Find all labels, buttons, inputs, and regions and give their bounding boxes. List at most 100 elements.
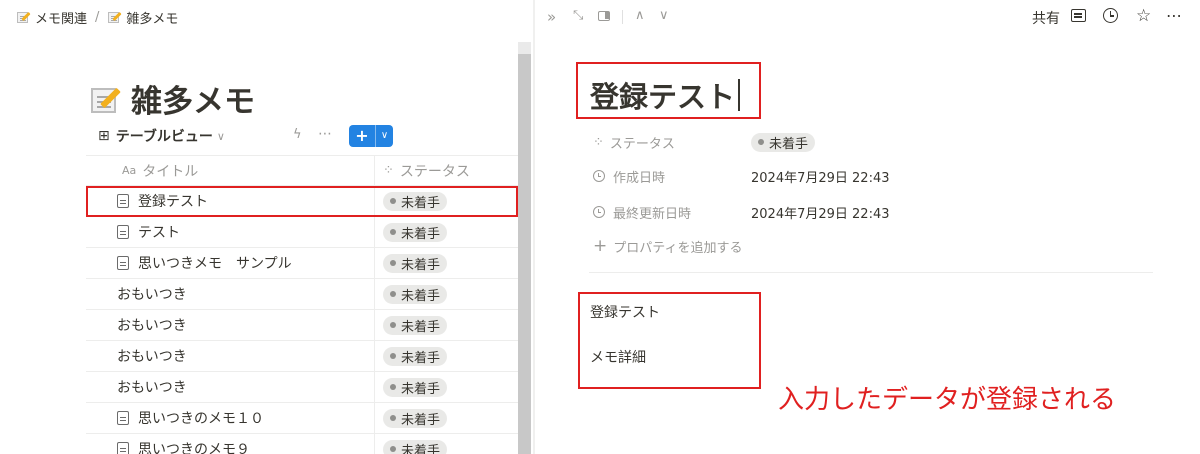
- table-row[interactable]: おもいつき 未着手: [86, 279, 518, 310]
- divider: [589, 272, 1153, 273]
- status-badge[interactable]: 未着手: [383, 346, 448, 366]
- row-status-cell[interactable]: 未着手: [375, 372, 518, 402]
- page-document-icon: [117, 411, 129, 425]
- plus-icon[interactable]: +: [349, 125, 375, 147]
- property-value: 2024年7月29日 22:43: [751, 206, 890, 222]
- plus-icon: +: [593, 236, 608, 256]
- toolbar-separator: [622, 10, 623, 24]
- chevron-down-icon[interactable]: ∨: [375, 125, 393, 147]
- highlight-box-body: [578, 292, 761, 389]
- property-last-edited-time[interactable]: 最終更新日時 2024年7月29日 22:43: [593, 197, 890, 227]
- row-title: 思いつきのメモ９: [138, 442, 250, 454]
- column-title-label: タイトル: [142, 163, 199, 180]
- updates-clock-icon[interactable]: [1103, 8, 1118, 23]
- row-title-cell[interactable]: おもいつき: [86, 279, 375, 309]
- share-button[interactable]: 共有: [1032, 8, 1060, 28]
- row-status-cell[interactable]: 未着手: [375, 217, 518, 247]
- row-status-cell[interactable]: 未着手: [375, 403, 518, 433]
- property-status[interactable]: ⁘ ステータス 未着手: [593, 127, 816, 157]
- row-title: おもいつき: [117, 349, 187, 365]
- breadcrumb-parent-label: メモ関連: [35, 11, 88, 27]
- status-badge[interactable]: 未着手: [383, 315, 448, 335]
- status-label: 未着手: [401, 257, 441, 273]
- table-row[interactable]: テスト 未着手: [86, 217, 518, 248]
- page-header: 雑多メモ: [89, 76, 255, 121]
- status-badge[interactable]: 未着手: [383, 377, 448, 397]
- chevron-down-icon[interactable]: ∨: [659, 8, 669, 23]
- property-name: 作成日時: [593, 167, 751, 186]
- breadcrumb-item-parent[interactable]: メモ関連: [16, 8, 87, 27]
- chevron-down-icon: ∨: [216, 129, 225, 143]
- row-status-cell[interactable]: 未着手: [375, 248, 518, 278]
- clock-icon: [593, 170, 605, 182]
- close-peek-icon[interactable]: »: [547, 8, 556, 26]
- status-dot: [390, 260, 396, 266]
- column-status-label: ステータス: [399, 163, 470, 180]
- page-document-icon: [117, 225, 129, 239]
- row-title-cell[interactable]: おもいつき: [86, 341, 375, 371]
- row-title-cell[interactable]: 思いつきメモ サンプル: [86, 248, 375, 278]
- column-header-title[interactable]: Aa タイトル: [86, 156, 375, 185]
- table-row[interactable]: 思いつきのメモ１０ 未着手: [86, 403, 518, 434]
- new-entry-button[interactable]: + ∨: [349, 125, 393, 147]
- row-title-cell[interactable]: テスト: [86, 217, 375, 247]
- breadcrumb-separator: /: [95, 9, 100, 25]
- side-peek-icon[interactable]: [598, 11, 610, 21]
- status-dot: [390, 446, 396, 452]
- status-label: 未着手: [401, 443, 441, 454]
- row-status-cell[interactable]: 未着手: [375, 310, 518, 340]
- status-badge[interactable]: 未着手: [383, 408, 448, 428]
- row-status-cell[interactable]: 未着手: [375, 279, 518, 309]
- row-title: テスト: [138, 225, 180, 241]
- status-dot: [390, 384, 396, 390]
- row-title: 思いつきメモ サンプル: [138, 256, 292, 272]
- row-title-cell[interactable]: 思いつきのメモ９: [86, 434, 375, 454]
- peek-toolbar: » ⤡ ∧ ∨ 共有 ☆ ⋯: [535, 0, 1200, 34]
- memo-icon: [16, 10, 31, 24]
- status-dot: [390, 353, 396, 359]
- row-title-cell[interactable]: おもいつき: [86, 310, 375, 340]
- automation-bolt-icon[interactable]: ϟ: [293, 127, 302, 142]
- breadcrumb: メモ関連 / 雑多メモ: [0, 0, 533, 34]
- table-grid-icon: ⊞: [98, 128, 110, 144]
- status-spinner-icon: ⁘: [383, 163, 394, 178]
- status-label: 未着手: [401, 381, 441, 397]
- highlight-box-title: [576, 62, 761, 119]
- table-row[interactable]: 思いつきメモ サンプル 未着手: [86, 248, 518, 279]
- favorite-star-icon[interactable]: ☆: [1136, 6, 1151, 26]
- clock-icon: [593, 206, 605, 218]
- breadcrumb-item-current[interactable]: 雑多メモ: [107, 8, 178, 27]
- highlight-box-row: [86, 186, 518, 217]
- table-row[interactable]: おもいつき 未着手: [86, 372, 518, 403]
- comment-icon[interactable]: [1071, 9, 1086, 22]
- page-memo-icon[interactable]: [89, 83, 121, 115]
- more-options-icon[interactable]: ⋯: [318, 126, 332, 142]
- table-row[interactable]: おもいつき 未着手: [86, 341, 518, 372]
- status-label: 未着手: [401, 319, 441, 335]
- status-badge[interactable]: 未着手: [751, 132, 816, 152]
- memo-icon: [107, 10, 123, 24]
- add-property-button[interactable]: + プロパティを追加する: [593, 236, 742, 256]
- row-title-cell[interactable]: 思いつきのメモ１０: [86, 403, 375, 433]
- column-header-status[interactable]: ⁘ ステータス: [375, 156, 518, 185]
- scrollbar[interactable]: [518, 42, 531, 454]
- status-badge[interactable]: 未着手: [383, 222, 448, 242]
- property-name: ⁘ ステータス: [593, 134, 675, 152]
- row-title-cell[interactable]: おもいつき: [86, 372, 375, 402]
- status-badge[interactable]: 未着手: [383, 439, 448, 454]
- row-status-cell[interactable]: 未着手: [375, 434, 518, 454]
- property-created-time[interactable]: 作成日時 2024年7月29日 22:43: [593, 161, 890, 191]
- row-title: おもいつき: [117, 287, 187, 303]
- row-status-cell[interactable]: 未着手: [375, 341, 518, 371]
- more-options-icon[interactable]: ⋯: [1166, 6, 1182, 25]
- status-dot: [390, 291, 396, 297]
- table-row[interactable]: おもいつき 未着手: [86, 310, 518, 341]
- page-document-icon: [117, 442, 129, 454]
- page-title[interactable]: 雑多メモ: [131, 76, 255, 121]
- table-row[interactable]: 思いつきのメモ９ 未着手: [86, 434, 518, 454]
- chevron-up-icon[interactable]: ∧: [635, 8, 645, 23]
- expand-icon[interactable]: ⤡: [573, 8, 583, 23]
- scrollbar-thumb[interactable]: [518, 54, 531, 454]
- status-badge[interactable]: 未着手: [383, 253, 448, 273]
- status-badge[interactable]: 未着手: [383, 284, 448, 304]
